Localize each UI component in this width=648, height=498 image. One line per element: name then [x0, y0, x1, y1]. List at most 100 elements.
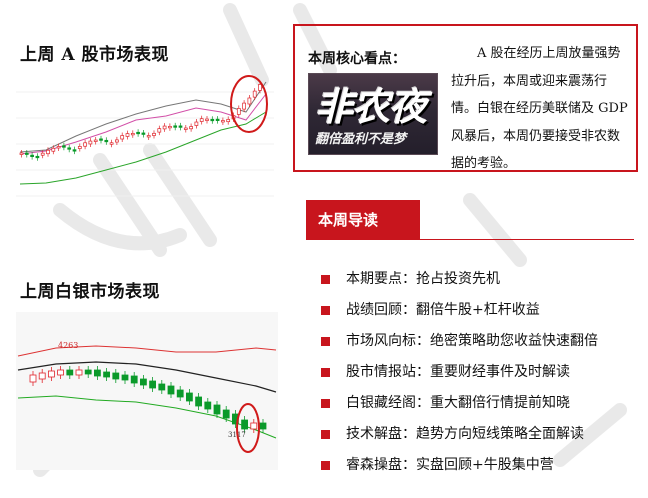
weekly-guide-underline: [420, 239, 634, 240]
bullet-square-icon: [321, 337, 330, 346]
banner-sub-text: 翻倍盈利不是梦: [315, 132, 407, 147]
candle-body: [130, 133, 135, 136]
candle-body: [57, 369, 64, 376]
candle-body: [125, 133, 130, 137]
candle-body: [178, 125, 183, 128]
candle-body: [195, 396, 203, 407]
candle-body: [167, 385, 175, 395]
nonfarm-banner-image: 非农夜 翻倍盈利不是梦: [308, 73, 438, 155]
candle-body: [205, 118, 209, 121]
candle-body: [46, 149, 50, 155]
candle-body: [30, 154, 34, 157]
candle-body: [236, 108, 241, 115]
weekly-guide-list: 本期要点：抢占投资先机 战绩回顾：翻倍牛股+杠杆收益 市场风向标：绝密策略助您收…: [320, 264, 598, 481]
core-highlights-heading: 本周核心看点：: [308, 51, 406, 67]
candle-body: [29, 374, 37, 383]
candle-body: [185, 392, 193, 402]
candle-body: [62, 145, 66, 148]
candle-body: [56, 146, 61, 149]
candle-body: [189, 126, 193, 130]
candle-body: [40, 152, 45, 156]
guide-item[interactable]: 股市情报站：重要财经事件及时解读: [320, 357, 598, 388]
guide-item[interactable]: 技术解盘：趋势方向短线策略全面解读: [320, 419, 598, 450]
candle-body: [221, 120, 225, 123]
bullet-square-icon: [321, 461, 330, 470]
a-share-candles: [19, 81, 262, 161]
candle-body: [158, 383, 166, 391]
a-share-grid: [16, 91, 274, 197]
candle-body: [258, 84, 262, 91]
a-share-section-title: 上周 A 股市场表现: [20, 45, 170, 65]
guide-item[interactable]: 市场风向标：绝密策略助您收益快速翻倍: [320, 326, 598, 357]
candle-body: [242, 102, 246, 110]
candle-body: [149, 380, 157, 389]
candle-body: [66, 369, 74, 376]
candle-body: [83, 142, 87, 147]
candle-body: [120, 135, 125, 140]
candle-body: [215, 118, 220, 122]
candle-body: [103, 371, 110, 378]
candle-body: [247, 97, 252, 105]
bullet-square-icon: [321, 368, 330, 377]
candle-body: [194, 121, 199, 126]
guide-item[interactable]: 本期要点：抢占投资先机: [320, 264, 598, 295]
candle-body: [259, 422, 267, 430]
silver-high-label: 4263: [58, 341, 78, 350]
candle-body: [213, 404, 221, 415]
candle-body: [38, 372, 46, 380]
candle-body: [72, 149, 77, 152]
candle-body: [157, 128, 162, 133]
candle-body: [94, 369, 101, 377]
candle-body: [222, 409, 230, 419]
a-share-candlestick-chart: [16, 75, 274, 197]
candle-body: [67, 147, 72, 150]
bullet-square-icon: [321, 275, 330, 284]
guide-item[interactable]: 睿森操盘：实盘回顾+牛股集中营: [320, 450, 598, 481]
candle-body: [104, 139, 109, 143]
candle-body: [115, 139, 119, 143]
candle-body: [162, 125, 167, 130]
guide-item[interactable]: 战绩回顾：翻倍牛股+杠杆收益: [320, 295, 598, 326]
weekly-guide-header: 本周导读: [306, 200, 420, 240]
candle-body: [51, 147, 56, 152]
candle-body: [77, 146, 82, 149]
candle-body: [24, 152, 29, 155]
core-highlights-text: A 股在经历上周放量强势拉升后，本周或迎来震荡行情。白银在经历美联储及 GDP …: [451, 46, 628, 171]
candle-body: [35, 155, 40, 159]
candle-body: [183, 127, 188, 130]
candle-body: [121, 374, 129, 381]
candle-body: [93, 139, 98, 142]
candle-body: [88, 140, 93, 145]
candle-body: [152, 132, 156, 136]
bullet-square-icon: [321, 306, 330, 315]
candle-body: [252, 90, 257, 98]
banner-main-text: 非农夜: [315, 85, 427, 129]
bullet-square-icon: [321, 399, 330, 408]
candle-body: [204, 401, 212, 410]
candle-body: [99, 138, 103, 141]
silver-candlestick-chart: 4263 3117: [16, 312, 278, 470]
candle-body: [130, 375, 138, 384]
candle-body: [226, 119, 231, 123]
candle-body: [199, 118, 204, 122]
candle-body: [109, 142, 114, 145]
candle-body: [146, 135, 151, 138]
candle-body: [112, 372, 120, 380]
candle-body: [75, 369, 83, 376]
core-highlights-box: 本周核心看点： 非农夜 翻倍盈利不是梦 A 股在经历上周放量强势拉升后，本周或迎…: [293, 24, 638, 172]
candle-body: [136, 131, 140, 135]
candle-body: [48, 370, 55, 378]
candle-body: [19, 152, 24, 155]
candle-body: [168, 126, 172, 129]
candle-body: [241, 419, 249, 430]
candle-body: [141, 132, 146, 135]
candle-body: [173, 125, 178, 128]
candle-body: [250, 422, 258, 430]
bullet-square-icon: [321, 430, 330, 439]
candle-body: [84, 369, 92, 375]
candle-body: [176, 389, 184, 398]
candle-body: [210, 118, 215, 122]
candle-body: [140, 378, 147, 386]
guide-item[interactable]: 白银藏经阁：重大翻倍行情提前知晓: [320, 388, 598, 419]
silver-section-title: 上周白银市场表现: [20, 282, 160, 302]
